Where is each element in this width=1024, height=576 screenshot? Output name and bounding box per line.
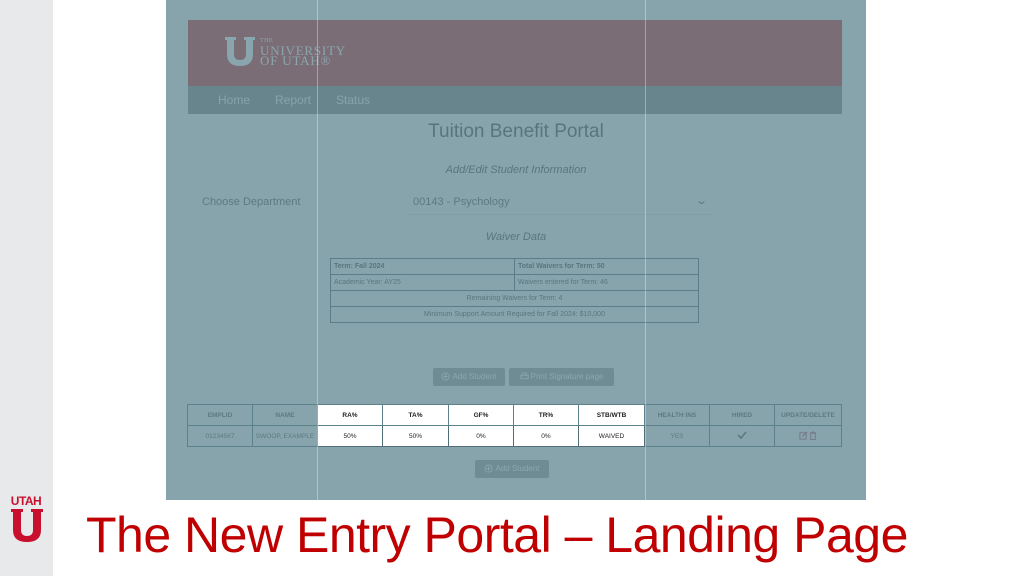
print-signature-button[interactable]: Print Signature page	[509, 368, 614, 386]
checkmark-icon	[737, 431, 747, 440]
department-select[interactable]: 00143 - Psychology ⌄	[406, 190, 714, 215]
utah-u-icon	[11, 509, 43, 542]
trash-icon[interactable]	[809, 430, 817, 440]
plus-circle-icon	[441, 372, 451, 381]
print-icon	[519, 372, 529, 380]
cell-tr[interactable]: 0%	[513, 425, 579, 447]
cell-name: SWOOP, EXAMPLE	[252, 425, 318, 447]
add-student-label: Add Student	[452, 372, 497, 381]
portal-title: Tuition Benefit Portal	[428, 121, 604, 142]
university-logo: THE UNIVERSITY OF UTAH®	[224, 36, 345, 73]
utah-logo: UTAH	[6, 494, 46, 546]
print-signature-label: Print Signature page	[530, 372, 604, 381]
left-strip	[0, 0, 53, 576]
cell-stb-wtb[interactable]: WAIVED	[578, 425, 645, 447]
university-logo-text: THE UNIVERSITY OF UTAH®	[260, 36, 346, 67]
waiver-remaining: Remaining Waivers for Term: 4	[330, 290, 699, 307]
cell-emplid: 01234567	[187, 425, 253, 447]
student-table-header: EMPLID NAME RA% TA% GF% TR% STB/WTB HEAL…	[187, 404, 842, 426]
nav-status[interactable]: Status	[336, 93, 370, 107]
portal-navbar: Home Report Status	[188, 86, 842, 114]
portal-screenshot: THE UNIVERSITY OF UTAH® Home Report Stat…	[166, 0, 866, 500]
portal-header: THE UNIVERSITY OF UTAH®	[188, 20, 842, 86]
table-row: 01234567 SWOOP, EXAMPLE 50% 50% 0% 0% WA…	[187, 425, 842, 447]
waiver-term: Term: Fall 2024	[330, 258, 515, 275]
university-u-icon	[225, 37, 255, 66]
cell-ra[interactable]: 50%	[317, 425, 383, 447]
cell-update-delete	[774, 425, 842, 447]
waiver-table: Term: Fall 2024 Total Waivers for Term: …	[330, 258, 699, 323]
waiver-heading: Waiver Data	[485, 231, 547, 243]
department-label: Choose Department	[202, 196, 301, 208]
add-student-button[interactable]: Add Student	[433, 368, 505, 386]
guide-line-right	[645, 0, 646, 500]
cell-health-ins: YES	[644, 425, 710, 447]
slide-title: The New Entry Portal – Landing Page	[86, 507, 908, 563]
col-update-delete: UPDATE/DELETE	[774, 404, 842, 426]
cell-ta[interactable]: 50%	[382, 425, 449, 447]
col-tr: TR%	[513, 404, 579, 426]
edit-icon[interactable]	[799, 431, 808, 440]
waiver-academic-year: Academic Year: AY25	[330, 274, 515, 291]
nav-report[interactable]: Report	[275, 93, 311, 107]
student-table: EMPLID NAME RA% TA% GF% TR% STB/WTB HEAL…	[187, 404, 842, 447]
col-ra: RA%	[317, 404, 383, 426]
utah-logo-word: UTAH	[10, 494, 42, 508]
col-emplid: EMPLID	[187, 404, 253, 426]
waiver-entered: Waivers entered for Term: 46	[514, 274, 699, 291]
add-student-bottom-button[interactable]: Add Student	[475, 460, 549, 478]
col-health-ins: HEALTH INS	[644, 404, 710, 426]
nav-home[interactable]: Home	[218, 93, 250, 107]
cell-hired	[709, 425, 775, 447]
waiver-minimum-support: Minimum Support Amount Required for Fall…	[330, 306, 699, 323]
col-gf: GF%	[448, 404, 514, 426]
col-stb-wtb: STB/WTB	[578, 404, 645, 426]
department-value: 00143 - Psychology	[413, 196, 510, 208]
plus-circle-icon	[484, 464, 494, 473]
chevron-down-icon: ⌄	[694, 195, 708, 207]
cell-gf[interactable]: 0%	[448, 425, 514, 447]
portal-subtitle: Add/Edit Student Information	[445, 164, 587, 176]
waiver-total: Total Waivers for Term: 50	[514, 258, 699, 275]
col-name: NAME	[252, 404, 318, 426]
col-hired: HIRED	[709, 404, 775, 426]
col-ta: TA%	[382, 404, 449, 426]
add-student-bottom-label: Add Student	[495, 464, 540, 473]
